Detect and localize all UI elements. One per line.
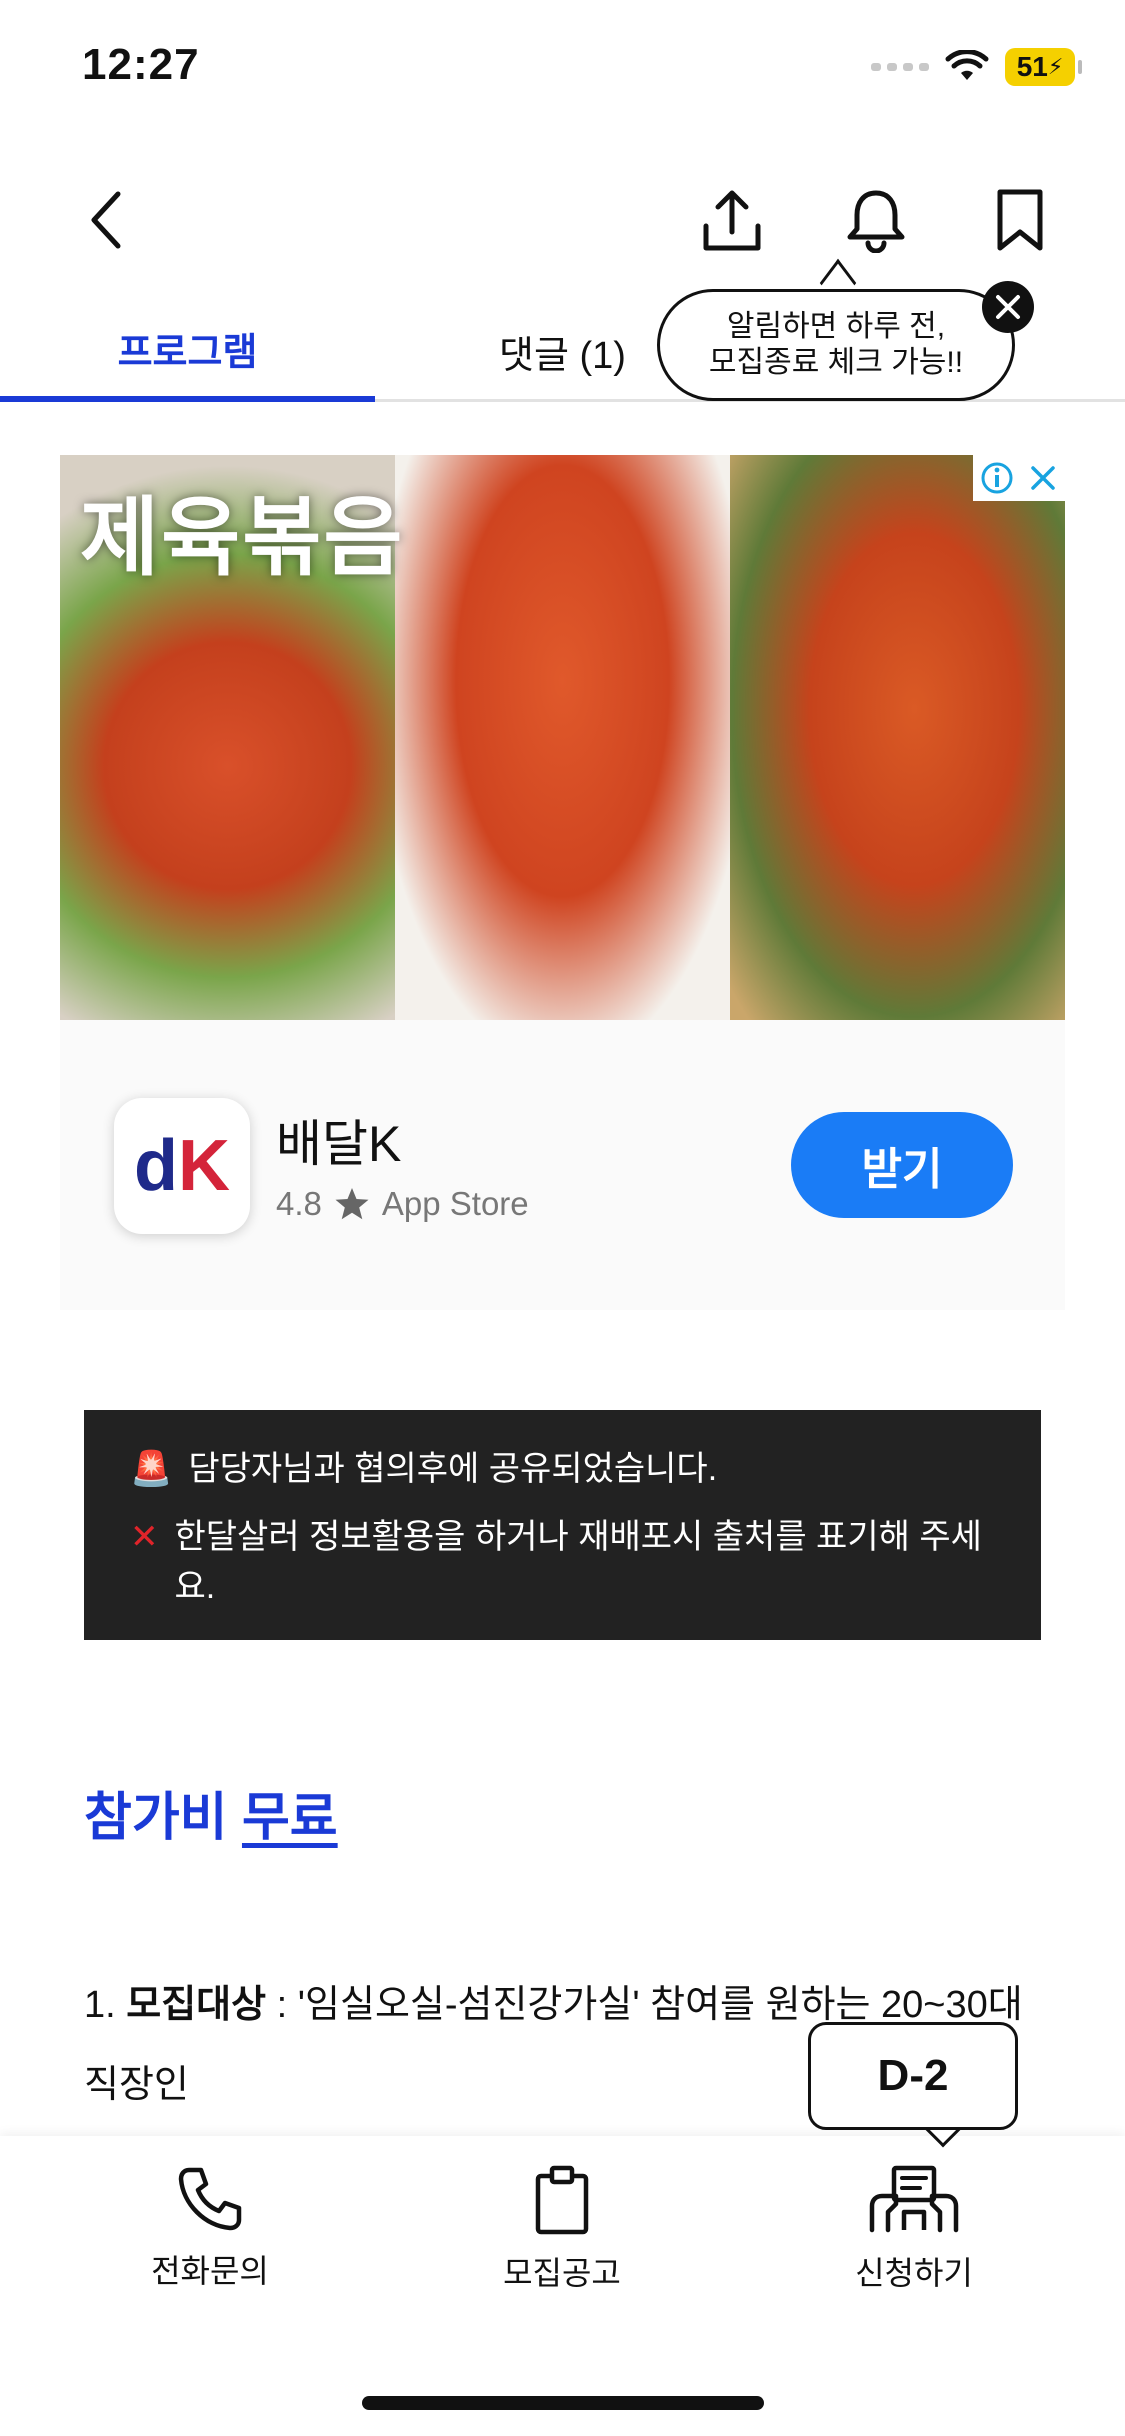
tooltip-close-button[interactable] [982, 281, 1034, 333]
app-icon-letter-d: d [134, 1126, 178, 1206]
tooltip-line2: 모집종료 체크 가능!! [708, 346, 964, 379]
bookmark-icon [997, 189, 1043, 251]
cross-mark-icon: ✕ [130, 1518, 159, 1556]
fee-value: 무료 [241, 1789, 338, 1847]
tab-program[interactable]: 프로그램 [0, 300, 375, 402]
recruit-label: 모집대상 [126, 1984, 267, 2026]
notice-text-1: 담당자님과 협의후에 공유되었습니다. [188, 1450, 718, 1488]
notification-tooltip: 알림하면 하루 전, 모집종료 체크 가능!! [657, 289, 1015, 401]
notification-button[interactable] [836, 180, 916, 260]
bell-icon [847, 190, 905, 253]
notice-box: 🚨 담당자님과 협의후에 공유되었습니다. ✕ 한달살러 정보활용을 하거나 재… [84, 1410, 1041, 1640]
info-icon[interactable] [980, 461, 1014, 495]
apply-button[interactable]: 신청하기 [784, 2164, 1044, 2294]
close-icon [996, 295, 1020, 319]
app-icon-letter-k: K [177, 1126, 230, 1206]
fee-heading: 참가비 무료 [84, 1775, 338, 1850]
dday-badge: D-2 [808, 2022, 1018, 2130]
recruit-number: 1. [84, 1984, 127, 2026]
signal-icon [871, 63, 929, 71]
recruit-notice-button[interactable]: 모집공고 [432, 2164, 692, 2294]
app-meta: 4.8 App Store [276, 1185, 529, 1223]
top-nav [0, 160, 1125, 270]
bottom-action-bar: 전화문의 모집공고 신청하기 [0, 2136, 1125, 2436]
ad-food-photo [730, 455, 1065, 1020]
app-name: 배달K [276, 1116, 402, 1172]
app-store-label: App Store [381, 1185, 529, 1222]
phone-inquiry-button[interactable]: 전화문의 [80, 2164, 340, 2292]
bb-label-recruit: 모집공고 [503, 2255, 621, 2291]
wifi-icon [945, 50, 989, 80]
clipboard-icon [535, 2165, 589, 2235]
status-bar: 12:27 51 ⚡ [0, 0, 1125, 140]
home-indicator[interactable] [362, 2396, 764, 2410]
notice-line: 🚨 담당자님과 협의후에 공유되었습니다. [130, 1444, 995, 1494]
app-icon[interactable]: dK [114, 1098, 250, 1234]
battery-level: 51 [1016, 51, 1048, 82]
share-button[interactable] [692, 180, 772, 260]
share-icon [703, 190, 761, 251]
bb-label-phone: 전화문의 [151, 2253, 269, 2289]
get-app-button[interactable]: 받기 [791, 1112, 1013, 1218]
ad-close-icon[interactable] [1028, 463, 1058, 493]
notice-line: ✕ 한달살러 정보활용을 하거나 재배포시 출처를 표기해 주세요. [130, 1512, 995, 1612]
status-time: 12:27 [82, 40, 200, 89]
apply-icon [869, 2165, 959, 2233]
ad-image[interactable]: 제육볶음 [60, 455, 1065, 1020]
battery-icon: 51 ⚡ [1005, 48, 1082, 86]
phone-icon [178, 2167, 242, 2231]
status-icons: 51 ⚡ [871, 48, 1082, 86]
star-icon [335, 1188, 369, 1220]
fee-prefix: 참가비 [84, 1789, 242, 1847]
bb-label-apply: 신청하기 [855, 2255, 973, 2291]
bookmark-button[interactable] [980, 180, 1060, 260]
chevron-left-icon [91, 191, 121, 249]
ad-food-photo [395, 455, 730, 1020]
siren-icon: 🚨 [130, 1450, 173, 1488]
app-rating: 4.8 [276, 1185, 322, 1222]
back-button[interactable] [66, 180, 146, 260]
notice-text-2: 한달살러 정보활용을 하거나 재배포시 출처를 표기해 주세요. [174, 1518, 982, 1606]
ad-headline: 제육볶음 [80, 490, 405, 586]
tooltip-line1: 알림하면 하루 전, [726, 310, 946, 343]
ad-choices[interactable] [973, 455, 1065, 501]
